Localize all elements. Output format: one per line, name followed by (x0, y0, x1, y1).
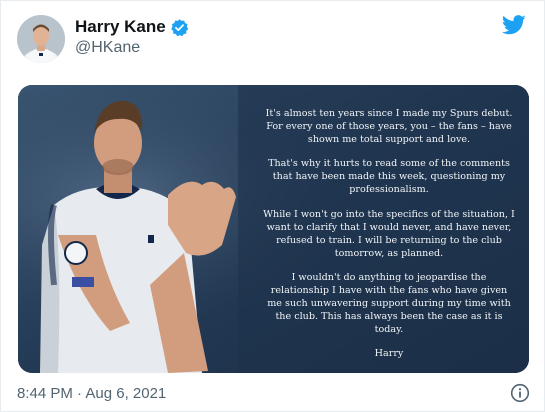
statement-paragraph-3: While I won't go into the specifics of t… (263, 208, 515, 259)
statement-paragraph-4: I wouldn't do anything to jeopardise the… (267, 271, 511, 336)
info-icon[interactable] (510, 383, 530, 403)
twitter-bird-icon[interactable] (501, 15, 526, 35)
statement-paragraph-1: It's almost ten years since I made my Sp… (265, 108, 513, 146)
statement-image[interactable]: It's almost ten years since I made my Sp… (18, 85, 529, 373)
avatar[interactable] (17, 15, 65, 63)
statement-paragraph-2: That's why it hurts to read some of the … (268, 158, 510, 196)
author-handle[interactable]: @HKane (75, 39, 140, 57)
statement-signature: Harry (374, 348, 404, 360)
verified-badge-icon (170, 18, 189, 37)
display-name[interactable]: Harry Kane (75, 17, 166, 37)
tweet-card: Harry Kane @HKane It's almost ten years … (0, 0, 545, 412)
tweet-timestamp[interactable]: 8:44 PM · Aug 6, 2021 (17, 385, 166, 402)
author-name-row[interactable]: Harry Kane (75, 17, 189, 37)
statement-text: It's almost ten years since I made my Sp… (263, 107, 515, 372)
